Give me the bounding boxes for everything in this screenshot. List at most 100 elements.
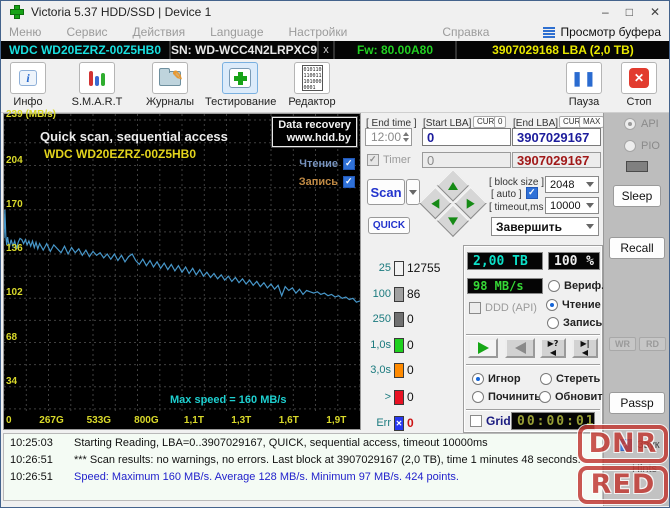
auto-checkbox[interactable] [526,187,538,199]
ignore-label: Игнор [488,373,521,385]
after-scan-action-select[interactable]: Завершить [491,217,599,236]
log-message: *** Scan results: no warnings, no errors… [74,454,581,466]
play-button[interactable] [468,338,498,358]
seek-test-button[interactable]: ▶?◀ [540,338,566,358]
recall-button[interactable]: Recall [609,237,665,259]
counter-label: 25 [378,262,391,274]
block-size-select[interactable]: 2048 [545,176,599,193]
device-flag: x [319,41,335,59]
sleep-button[interactable]: Sleep [613,185,661,207]
counter-value: 0 [407,363,414,377]
minimize-button[interactable]: – [602,5,609,19]
repair-label: Починить [488,391,542,403]
menu-item-actions[interactable]: Действия [133,25,186,39]
timer-label: Timer [383,154,411,166]
y-axis-tick: 68 [6,331,18,343]
passp-button[interactable]: Passp [609,392,665,414]
grid-checkbox[interactable] [470,415,482,427]
counter-label: Err [376,417,391,429]
testing-button[interactable]: Тестирование [205,62,276,108]
menu-item-settings[interactable]: Настройки [289,25,348,39]
status-group: 2,00 TB 100% 98 MB/s Вериф. Чтение DDD (… [463,245,609,433]
stop-label: Стоп [626,96,652,108]
write-radio[interactable] [547,317,559,329]
read-radio[interactable] [546,299,558,311]
editor-button[interactable]: 010110 110011 101000 0001 Редактор [283,62,341,108]
scan-button[interactable]: Scan [367,179,405,205]
divider [466,364,600,366]
ignore-radio-row: Игнор [472,373,521,385]
timeout-select[interactable]: 10000 [545,197,599,214]
smart-bars-icon [89,70,105,86]
y-axis-tick: 34 [6,375,18,387]
device-capacity: 3907029168 LBA (2,0 TB) [492,43,634,57]
counter-label: > [384,391,391,403]
sound-label: Звук [637,439,660,451]
down-arrow-icon [448,216,458,225]
up-arrow-icon [448,181,458,190]
quick-button[interactable]: QUICK [368,217,410,234]
read-checkbox-row: Чтение [299,158,355,170]
buffer-view-button[interactable]: Просмотр буфера [543,25,661,39]
maximize-button[interactable]: □ [626,5,633,19]
stop-icon: ✕ [629,68,649,88]
sound-checkbox[interactable] [620,439,632,451]
menu-item-language[interactable]: Language [210,25,263,39]
back-icon [514,342,526,354]
read-checkbox[interactable] [343,158,355,170]
info-button[interactable]: i Инфо [5,62,51,108]
back-button[interactable] [505,338,535,358]
menu-item-service[interactable]: Сервис [66,25,107,39]
right-arrow-icon [466,198,475,208]
seek-icon: ▶?◀ [547,339,559,357]
repair-radio[interactable] [472,391,484,403]
close-button[interactable]: ✕ [650,5,660,19]
menu-item-menu[interactable]: Меню [9,25,41,39]
log-message: Starting Reading, LBA=0..3907029167, QUI… [74,437,488,449]
max-speed-note: Max speed = 160 MB/s [170,394,287,406]
buffer-view-label: Просмотр буфера [560,25,661,39]
spinner-arrows-icon[interactable] [403,132,409,142]
end-lba-max-button[interactable]: MAX [579,116,605,128]
ddd-checkbox[interactable] [469,302,481,314]
hints-label: Hints [632,463,658,475]
verify-radio[interactable] [548,280,560,292]
x-axis-tick: 1,9T [326,415,347,426]
device-info-bar: WDC WD20EZRZ-00Z5HB0 SN: WD-WCC4N2LRPXC9… [1,41,669,59]
x-axis-tick: 533G [86,415,112,426]
wr-button[interactable]: WR [609,337,636,351]
device-model: WDC WD20EZRZ-00Z5HB0 [1,41,171,59]
y-axis-tick: 170 [6,198,23,210]
buffer-list-icon [543,26,556,38]
start-lba-zero-button[interactable]: 0 [494,116,507,128]
end-lba-input[interactable]: 3907029167 [512,128,601,146]
app-cross-icon [10,5,24,19]
nav-diamond [419,169,487,237]
start-lba-input[interactable]: 0 [422,128,511,146]
latency-block-icon [394,337,404,353]
ddd-label: DDD (API) [485,302,537,314]
rd-button[interactable]: RD [639,337,666,351]
menu-bar: Меню Сервис Действия Language Настройки … [1,23,669,41]
skip-end-button[interactable]: ▶|◀ [572,338,598,358]
ignore-radio[interactable] [472,373,484,385]
api-radio[interactable] [624,118,636,130]
menu-item-help[interactable]: Справка [442,25,489,39]
log-panel[interactable]: 10:25:03 Starting Reading, LBA=0..3907029… [3,433,603,501]
erase-radio[interactable] [540,373,552,385]
scan-dropdown-button[interactable] [406,179,420,205]
timer-checkbox[interactable] [367,154,379,166]
pause-label: Пауза [568,96,600,108]
timeout-label: [ timeout,ms ] [489,202,550,213]
stop-button[interactable]: ✕ Стоп [614,62,664,108]
pio-radio[interactable] [624,140,636,152]
latency-block-icon [394,260,404,276]
smart-button[interactable]: S.M.A.R.T [67,62,127,108]
end-time-spinner[interactable]: 12:00 [365,128,412,146]
refresh-radio[interactable] [539,391,551,403]
pause-button[interactable]: ❚❚ Пауза [559,62,609,108]
logs-button[interactable]: ✎ Журналы [139,62,201,108]
sound-checkbox-row: Звук [620,439,660,451]
write-checkbox[interactable] [343,176,355,188]
api-radio-row: API [624,118,659,130]
